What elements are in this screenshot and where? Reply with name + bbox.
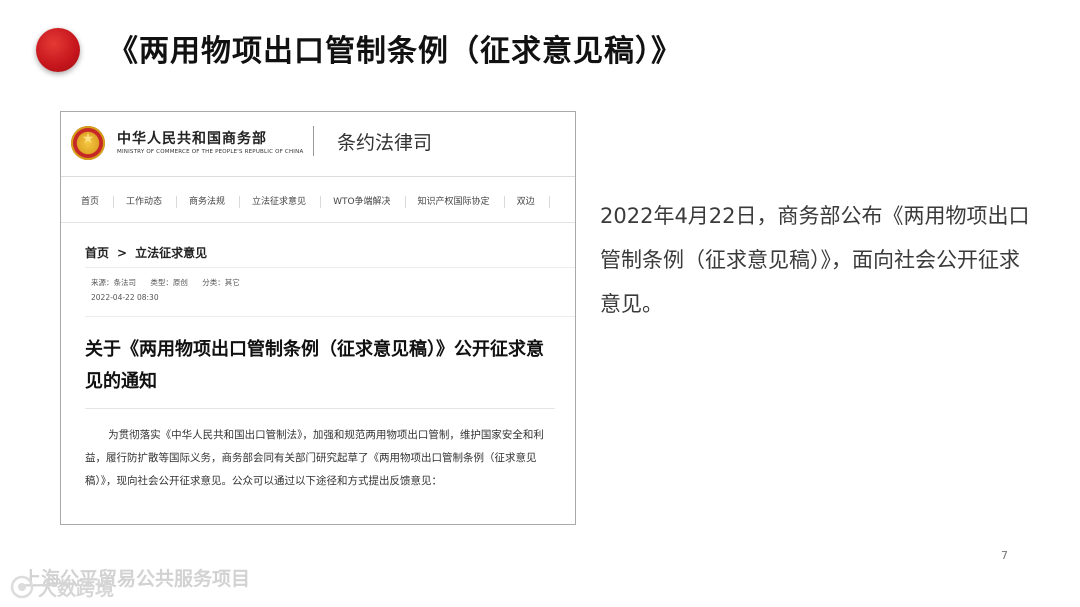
nav-item-regulations[interactable]: 商务法规 <box>177 196 241 208</box>
ministry-name-en: MINISTRY OF COMMERCE OF THE PEOPLE'S REP… <box>117 149 304 155</box>
title-bullet-circle <box>36 28 80 72</box>
header-divider <box>313 126 314 156</box>
breadcrumb: 首页 > 立法征求意见 <box>85 244 207 261</box>
national-emblem-icon <box>71 126 105 160</box>
breadcrumb-rule <box>85 267 575 268</box>
meta-date: 2022-04-22 08:30 <box>91 293 159 302</box>
nav-item-ip-agreements[interactable]: 知识产权国际协定 <box>406 196 505 208</box>
brand-watermark-logo: 大数跨境 <box>10 575 114 600</box>
nav-item-legislation-comments[interactable]: 立法征求意见 <box>240 196 322 208</box>
site-nav: 首页 工作动态 商务法规 立法征求意见 WTO争端解决 知识产权国际协定 双边 <box>61 182 575 223</box>
meta-type: 类型：原创 <box>150 278 188 287</box>
page-number: 7 <box>1001 549 1008 562</box>
article-title: 关于《两用物项出口管制条例（征求意见稿）》公开征求意见的通知 <box>85 339 544 392</box>
slide-description: 2022年4月22日，商务部公布《两用物项出口管制条例（征求意见稿）》，面向社会… <box>600 204 1030 316</box>
svg-text:大数跨境: 大数跨境 <box>38 577 114 600</box>
department-name[interactable]: 条约法律司 <box>337 128 432 155</box>
ministry-name-cn[interactable]: 中华人民共和国商务部 <box>117 128 267 148</box>
nav-item-bilateral[interactable]: 双边 <box>505 196 550 208</box>
nav-item-wto-disputes[interactable]: WTO争端解决 <box>321 196 406 208</box>
mofcom-webpage-screenshot: 中华人民共和国商务部 MINISTRY OF COMMERCE OF THE P… <box>60 111 576 525</box>
breadcrumb-current[interactable]: 立法征求意见 <box>135 246 207 260</box>
title-rule <box>85 408 555 409</box>
nav-item-home[interactable]: 首页 <box>61 196 115 208</box>
nav-item-work-news[interactable]: 工作动态 <box>114 196 178 208</box>
breadcrumb-home[interactable]: 首页 <box>85 246 109 260</box>
breadcrumb-separator: > <box>117 246 128 260</box>
article-body: 为贯彻落实《中华人民共和国出口管制法》，加强和规范两用物项出口管制，维护国家安全… <box>85 429 544 487</box>
meta-rule <box>85 316 575 317</box>
article-meta: 来源：条法司 类型：原创 分类：其它 <box>91 277 252 288</box>
meta-source: 来源：条法司 <box>91 278 136 287</box>
meta-category: 分类：其它 <box>202 278 240 287</box>
slide-title: 《两用物项出口管制条例（征求意见稿）》 <box>108 34 682 69</box>
site-header: 中华人民共和国商务部 MINISTRY OF COMMERCE OF THE P… <box>61 112 575 177</box>
